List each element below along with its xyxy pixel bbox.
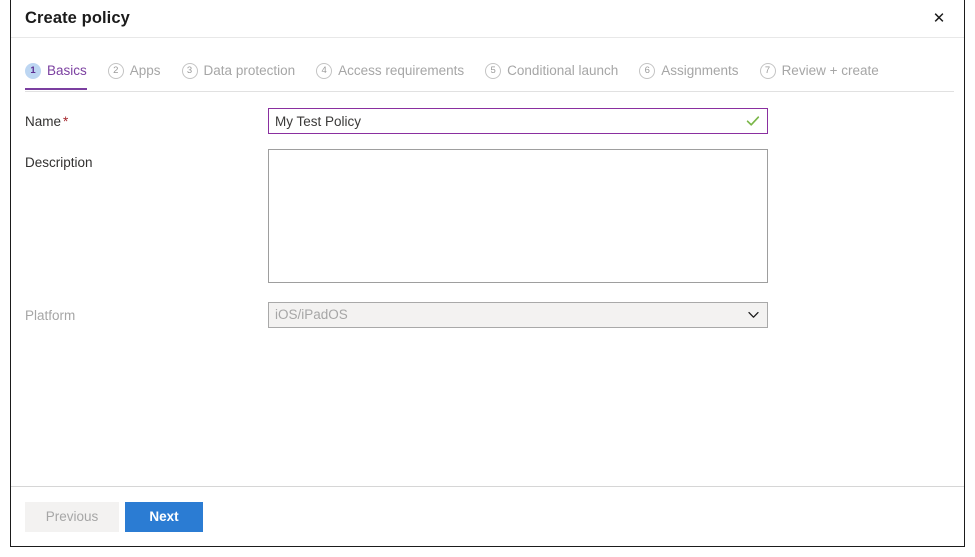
platform-field-control: iOS/iPadOS — [268, 302, 768, 328]
form-row-description: Description — [11, 149, 964, 283]
name-input-wrapper — [268, 108, 768, 134]
platform-label: Platform — [25, 308, 76, 323]
tab-label-basics: Basics — [47, 63, 87, 79]
create-policy-dialog: Create policy ✕ 1 Basics 2 Apps 3 Data p… — [10, 0, 965, 547]
basics-form: Name* Description — [11, 92, 964, 486]
close-icon: ✕ — [932, 10, 946, 27]
step-badge-5: 5 — [485, 63, 502, 79]
platform-select[interactable]: iOS/iPadOS — [268, 302, 768, 328]
close-button[interactable]: ✕ — [918, 0, 960, 37]
tab-conditional-launch[interactable]: 5 Conditional launch — [485, 52, 627, 90]
tab-review-create[interactable]: 7 Review + create — [759, 52, 888, 90]
step-badge-3: 3 — [181, 63, 198, 79]
dialog-footer: Previous Next — [11, 486, 964, 546]
tab-label-data-protection: Data protection — [203, 63, 296, 79]
platform-selected-value: iOS/iPadOS — [275, 308, 348, 322]
name-label: Name * — [25, 108, 268, 130]
tab-label-access-requirements: Access requirements — [338, 63, 465, 79]
wizard-tabs: 1 Basics 2 Apps 3 Data protection 4 Acce… — [11, 52, 964, 92]
step-badge-7: 7 — [759, 63, 776, 79]
next-button[interactable]: Next — [125, 501, 203, 532]
previous-button[interactable]: Previous — [25, 501, 119, 532]
tab-label-conditional-launch: Conditional launch — [507, 63, 619, 79]
tab-label-assignments: Assignments — [661, 63, 739, 79]
tab-data-protection[interactable]: 3 Data protection — [181, 52, 305, 90]
step-badge-6: 6 — [639, 63, 656, 79]
screen: Create policy ✕ 1 Basics 2 Apps 3 Data p… — [0, 0, 975, 557]
tab-access-requirements[interactable]: 4 Access requirements — [316, 52, 473, 90]
tab-label-apps: Apps — [129, 63, 161, 79]
step-badge-1: 1 — [25, 63, 41, 79]
page-title: Create policy — [25, 9, 130, 28]
description-textarea[interactable] — [268, 149, 768, 283]
name-label-text: Name — [25, 114, 62, 129]
tab-basics[interactable]: 1 Basics — [25, 52, 96, 90]
active-tab-indicator — [25, 88, 87, 90]
tab-label-review-create: Review + create — [781, 63, 879, 79]
tab-apps[interactable]: 2 Apps — [107, 52, 170, 90]
name-input[interactable] — [269, 109, 767, 133]
dialog-header: Create policy ✕ — [11, 0, 964, 38]
tab-assignments[interactable]: 6 Assignments — [639, 52, 747, 90]
step-badge-2: 2 — [107, 63, 124, 79]
step-badge-4: 4 — [316, 63, 333, 79]
form-row-name: Name * — [11, 108, 964, 134]
form-row-platform: Platform iOS/iPadOS — [11, 302, 964, 328]
required-asterisk: * — [63, 114, 69, 129]
description-label: Description — [25, 155, 93, 170]
description-field-control — [268, 149, 768, 283]
name-field-control — [268, 108, 768, 134]
